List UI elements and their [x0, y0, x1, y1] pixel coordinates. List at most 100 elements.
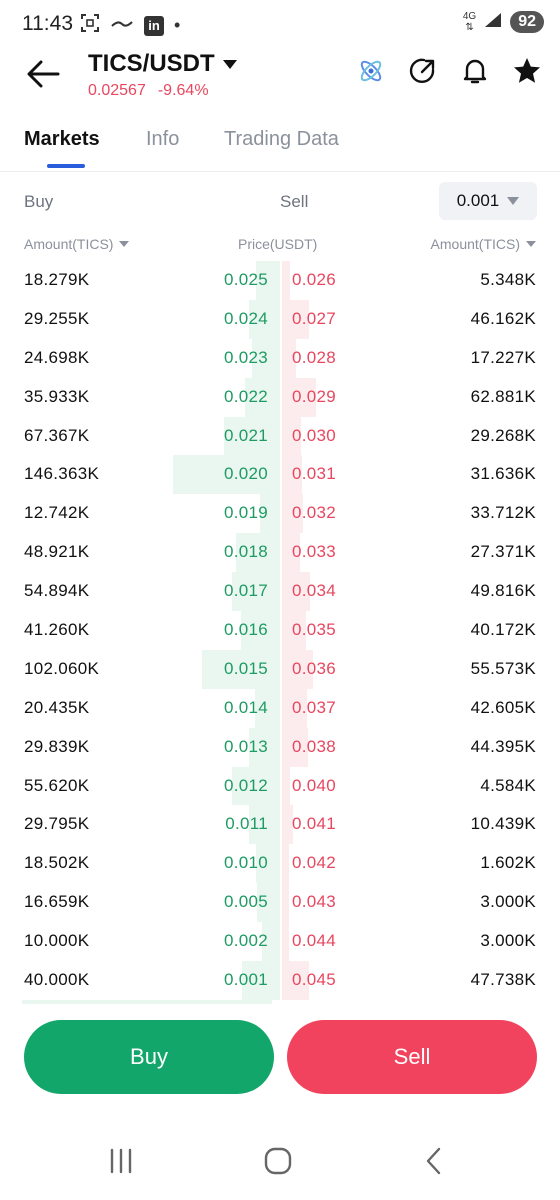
recent-apps-icon	[110, 1148, 132, 1174]
pair-name: TICS/USDT	[88, 50, 215, 77]
ask-price: 0.033	[292, 542, 337, 562]
share-button[interactable]	[408, 56, 438, 86]
tab-trading-data[interactable]: Trading Data	[224, 128, 339, 151]
order-book-row[interactable]: 29.255K 0.024 0.027 46.162K	[0, 299, 560, 339]
ask-amount: 27.371K	[470, 542, 536, 562]
tab-info[interactable]: Info	[146, 128, 179, 151]
alert-button[interactable]	[460, 56, 490, 86]
order-book-row[interactable]: 29.839K 0.013 0.038 44.395K	[0, 727, 560, 767]
bid-amount: 146.363K	[24, 464, 100, 484]
order-book-row[interactable]: 54.894K 0.017 0.034 49.816K	[0, 572, 560, 612]
ask-depth-bar	[282, 844, 289, 884]
bid-amount: 29.839K	[24, 736, 90, 756]
ask-price: 0.028	[292, 347, 337, 367]
signal-icon	[484, 12, 502, 33]
bid-amount: 10.000K	[24, 931, 90, 951]
ask-amount: 31.636K	[470, 464, 536, 484]
ask-price: 0.037	[292, 697, 337, 717]
ask-amount: 40.172K	[470, 620, 536, 640]
ask-price: 0.040	[292, 775, 337, 795]
order-book-row[interactable]: 20.435K 0.014 0.037 42.605K	[0, 688, 560, 728]
order-book-row[interactable]: 18.279K 0.025 0.026 5.348K	[0, 261, 560, 300]
bid-amount: 67.367K	[24, 425, 90, 445]
recent-apps-button[interactable]	[101, 1144, 141, 1178]
caret-down-icon	[119, 241, 130, 247]
bid-price: 0.024	[223, 308, 268, 328]
bid-amount: 29.795K	[24, 814, 90, 834]
precision-dropdown[interactable]: 0.001	[439, 182, 537, 220]
ask-amount: 42.605K	[470, 697, 536, 717]
bid-amount: 18.502K	[24, 853, 90, 873]
favorite-button[interactable]	[512, 56, 542, 86]
bid-price: 0.001	[223, 970, 268, 990]
ask-price: 0.026	[292, 270, 337, 289]
bid-amount-header[interactable]: Amount(TICS)	[24, 236, 130, 252]
order-book-row[interactable]: 41.260K 0.016 0.035 40.172K	[0, 611, 560, 650]
pair-selector[interactable]: TICS/USDT	[88, 50, 237, 78]
ask-amount: 17.227K	[470, 347, 536, 367]
caret-down-icon	[526, 241, 536, 247]
home-button[interactable]	[258, 1144, 298, 1178]
order-book-sell-label[interactable]: Sell	[280, 192, 308, 212]
ask-price: 0.042	[292, 853, 337, 873]
tab-markets[interactable]: Markets	[24, 128, 100, 151]
back-button[interactable]	[24, 54, 64, 94]
order-book-row[interactable]: 12.742K 0.019 0.032 33.712K	[0, 494, 560, 534]
ask-amount: 3.000K	[480, 931, 536, 951]
linkedin-icon: in	[144, 15, 164, 36]
bid-price: 0.002	[223, 931, 268, 951]
bid-price: 0.011	[225, 814, 268, 834]
network-indicator: 4G ⇅	[462, 11, 477, 33]
atom-icon	[360, 60, 382, 82]
order-book-row[interactable]: 40.000K 0.001 0.045 47.738K	[0, 961, 560, 1000]
order-book-row[interactable]: 35.933K 0.022 0.029 62.881K	[0, 377, 560, 417]
ask-price: 0.035	[292, 620, 337, 640]
depth-bar-remnant	[22, 1000, 272, 1004]
nav-back-button[interactable]	[414, 1144, 454, 1178]
order-book-row[interactable]: 29.795K 0.011 0.041 10.439K	[0, 805, 560, 845]
ask-depth-bar	[282, 883, 289, 923]
bid-price: 0.017	[223, 581, 268, 601]
bid-amount: 16.659K	[24, 892, 90, 912]
bid-amount: 54.894K	[24, 581, 90, 601]
ask-amount: 33.712K	[470, 503, 536, 523]
screenshot-icon	[80, 13, 100, 38]
order-book-buy-label[interactable]: Buy	[24, 192, 53, 212]
order-book-row[interactable]: 10.000K 0.002 0.044 3.000K	[0, 922, 560, 962]
home-icon	[264, 1147, 292, 1175]
order-book-row[interactable]: 102.060K 0.015 0.036 55.573K	[0, 649, 560, 689]
back-arrow-icon	[27, 60, 60, 88]
order-book-row[interactable]: 48.921K 0.018 0.033 27.371K	[0, 533, 560, 573]
bid-amount: 18.279K	[24, 270, 90, 289]
order-book-row[interactable]: 16.659K 0.005 0.043 3.000K	[0, 883, 560, 923]
order-book-row[interactable]: 55.620K 0.012 0.040 4.584K	[0, 766, 560, 806]
ask-price: 0.041	[292, 814, 337, 834]
bid-price: 0.012	[223, 775, 268, 795]
bid-amount: 35.933K	[24, 386, 90, 406]
bid-price: 0.013	[223, 736, 268, 756]
bid-price: 0.023	[223, 347, 268, 367]
bid-price: 0.020	[223, 464, 268, 484]
order-book-row[interactable]: 24.698K 0.023 0.028 17.227K	[0, 338, 560, 378]
sell-button[interactable]: Sell	[287, 1020, 537, 1094]
ask-depth-bar	[282, 766, 290, 806]
ask-amount-header[interactable]: Amount(TICS)	[431, 236, 536, 252]
bid-amount: 24.698K	[24, 347, 90, 367]
ask-amount: 29.268K	[470, 425, 536, 445]
pair-price-row: 0.02567 -9.64%	[88, 82, 209, 100]
atom-button[interactable]	[356, 56, 386, 86]
ask-amount: 3.000K	[480, 892, 536, 912]
bid-price: 0.025	[223, 270, 268, 289]
buy-button[interactable]: Buy	[24, 1020, 274, 1094]
ask-price: 0.044	[292, 931, 337, 951]
ask-price: 0.029	[292, 386, 337, 406]
ask-price: 0.043	[292, 892, 337, 912]
status-bar: 11:43 in • 4G ⇅ 92	[0, 0, 560, 48]
pair-header: TICS/USDT 0.02567 -9.64%	[0, 48, 560, 110]
order-book-row[interactable]: 146.363K 0.020 0.031 31.636K	[0, 455, 560, 495]
order-book-row[interactable]: 18.502K 0.010 0.042 1.602K	[0, 844, 560, 884]
ask-depth-bar	[282, 261, 290, 300]
order-book-row[interactable]: 67.367K 0.021 0.030 29.268K	[0, 416, 560, 456]
back-icon	[426, 1147, 441, 1175]
bid-price: 0.018	[223, 542, 268, 562]
